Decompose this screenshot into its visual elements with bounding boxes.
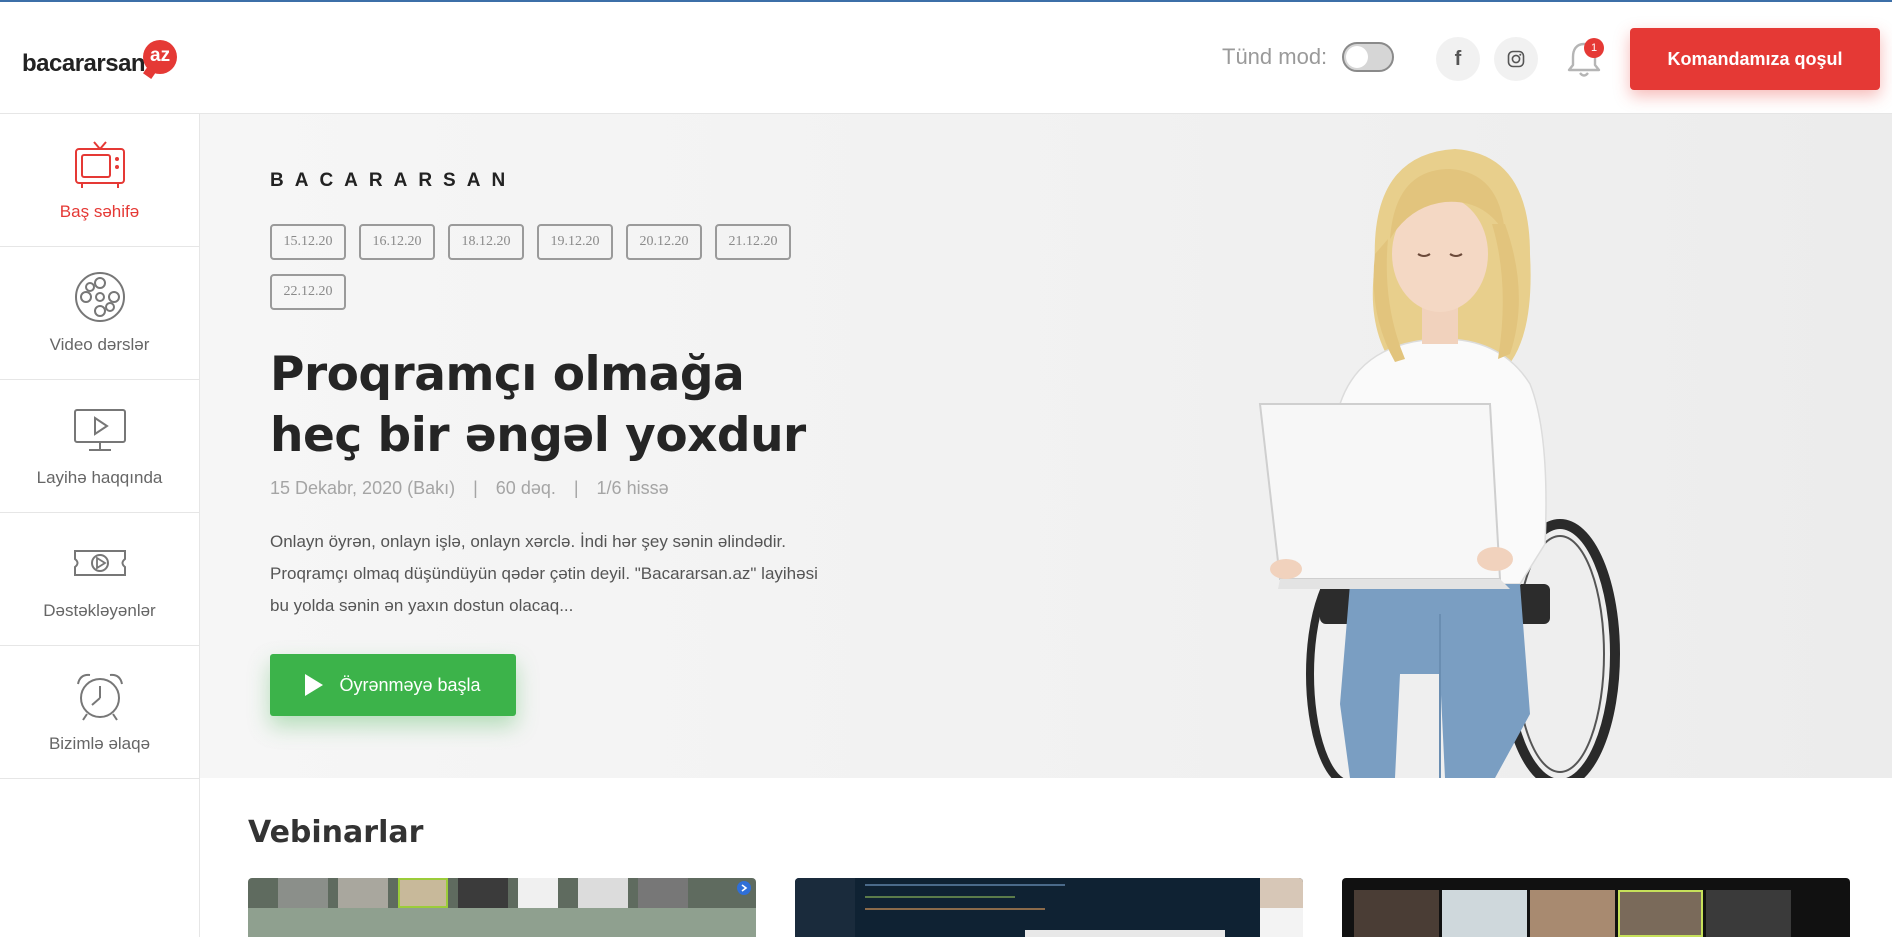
video-tile: [865, 896, 1015, 898]
meta-duration: 60 dəq.: [495, 478, 556, 498]
dark-mode-toggle[interactable]: [1342, 42, 1394, 72]
sidebar-item-home[interactable]: Baş səhifə: [0, 114, 199, 247]
header: bacararsan az Tünd mod: f 1 Komandamıza …: [0, 2, 1892, 114]
hero-title: Proqramçı olmağa heç bir əngəl yoxdur: [270, 344, 890, 466]
film-reel-icon: [74, 272, 125, 322]
video-tile: [638, 878, 688, 908]
hero-eyebrow: BACARARSAN: [270, 170, 517, 191]
hero-description: Onlayn öyrən, onlayn işlə, onlayn xərclə…: [270, 532, 818, 615]
webinar-card[interactable]: [248, 878, 756, 937]
video-tile: [1260, 878, 1303, 908]
hero-title-line2: heç bir əngəl yoxdur: [270, 408, 806, 463]
date-chip[interactable]: 15.12.20: [270, 224, 346, 260]
logo-badge: az: [143, 40, 178, 74]
facebook-link[interactable]: f: [1436, 37, 1480, 81]
video-tile: [458, 878, 508, 908]
video-tile: [1442, 890, 1527, 937]
video-tile: [1618, 890, 1703, 937]
video-tile: [1354, 890, 1439, 937]
video-tile: [865, 908, 1045, 910]
video-tile: [795, 878, 855, 937]
sidebar-item-label: Baş səhifə: [59, 202, 140, 221]
ticket-play-icon: [73, 550, 126, 576]
video-tile: [578, 878, 628, 908]
sidebar-item-supporters[interactable]: Dəstəkləyənlər: [0, 513, 199, 646]
sidebar-item-label: Layihə haqqında: [36, 468, 163, 487]
hero-title-line1: Proqramçı olmağa: [270, 347, 745, 402]
date-list: 15.12.20 16.12.20 18.12.20 19.12.20 20.1…: [270, 224, 830, 310]
logo[interactable]: bacararsan az: [22, 40, 178, 80]
sidebar-item-about-project[interactable]: Layihə haqqında: [0, 380, 199, 513]
sidebar-item-video-lessons[interactable]: Video dərslər: [0, 247, 199, 380]
dark-mode-label: Tünd mod:: [1222, 44, 1328, 69]
join-team-button[interactable]: Komandamıza qoşul: [1630, 28, 1880, 90]
tv-icon: [74, 141, 125, 188]
toggle-knob: [1346, 46, 1368, 68]
date-chip[interactable]: 21.12.20: [715, 224, 791, 260]
play-icon: [305, 674, 324, 696]
date-chip[interactable]: 19.12.20: [537, 224, 613, 260]
instagram-icon: [1507, 50, 1525, 68]
date-chip[interactable]: 16.12.20: [359, 224, 435, 260]
video-tile: [398, 878, 448, 908]
start-learning-button[interactable]: Öyrənməyə başla: [270, 654, 516, 716]
video-tile: [1706, 890, 1791, 937]
meta-date: 15 Dekabr, 2020 (Bakı): [270, 478, 456, 498]
date-chip[interactable]: 20.12.20: [626, 224, 702, 260]
video-tile: [518, 878, 558, 908]
sidebar-item-label: Dəstəkləyənlər: [43, 601, 156, 620]
webinar-card[interactable]: [1342, 878, 1850, 937]
date-chip[interactable]: 18.12.20: [448, 224, 524, 260]
meta-separator: |: [573, 478, 579, 498]
video-tile: [1025, 930, 1225, 937]
video-tile: [1530, 890, 1615, 937]
notification-badge: 1: [1584, 38, 1604, 58]
video-tile: [338, 878, 388, 908]
date-chip[interactable]: 22.12.20: [270, 274, 346, 310]
hero-section: BACARARSAN 15.12.20 16.12.20 18.12.20 19…: [200, 114, 1892, 778]
lesson-meta: 15 Dekabr, 2020 (Bakı) | 60 dəq. | 1/6 h…: [270, 478, 669, 499]
monitor-play-icon: [73, 409, 126, 451]
video-tile: [1260, 908, 1303, 937]
alarm-clock-icon: [76, 673, 123, 721]
video-tile: [278, 878, 328, 908]
info-icon: [737, 881, 751, 895]
start-learning-label: Öyrənməyə başla: [339, 674, 481, 695]
logo-text: bacararsan: [22, 50, 146, 77]
webinar-card[interactable]: [795, 878, 1303, 937]
sidebar-item-contact[interactable]: Bizimlə əlaqə: [0, 646, 199, 779]
facebook-icon: f: [1454, 47, 1462, 70]
meta-part: 1/6 hissə: [596, 478, 669, 498]
webinars-title: Vebinarlar: [248, 815, 424, 850]
hero-illustration: [1258, 149, 1620, 778]
sidebar-item-label: Video dərslər: [49, 335, 150, 354]
meta-separator: |: [473, 478, 478, 498]
sidebar-item-label: Bizimlə əlaqə: [48, 734, 151, 753]
instagram-link[interactable]: [1494, 37, 1538, 81]
video-tile: [865, 884, 1065, 886]
sidebar: Baş səhifə Video dərslər Layihə haqqında: [0, 114, 200, 937]
video-tile: [248, 908, 756, 937]
